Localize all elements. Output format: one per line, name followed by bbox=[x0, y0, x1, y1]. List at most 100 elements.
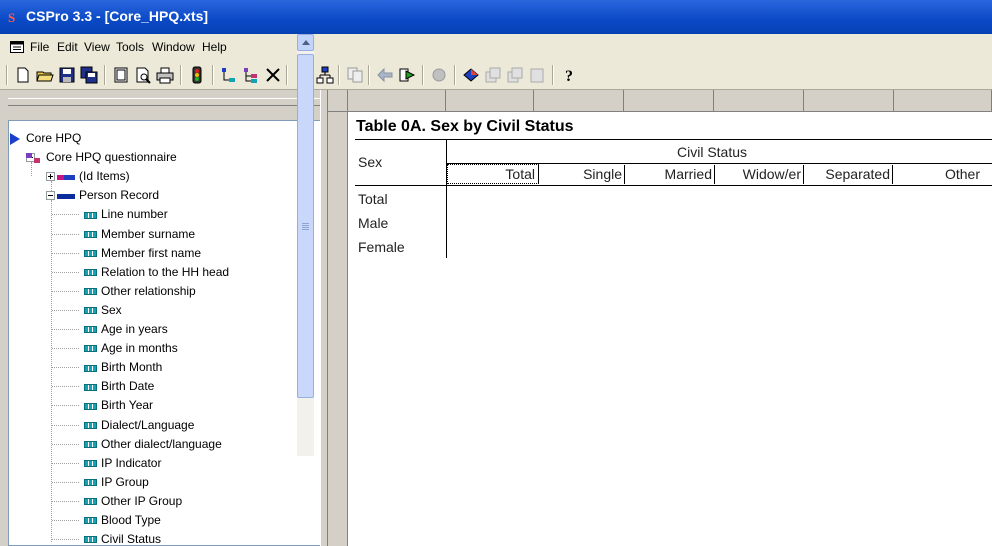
tree-node-item[interactable]: Age in years bbox=[84, 320, 168, 338]
forward-icon[interactable] bbox=[398, 66, 416, 84]
item-icon bbox=[84, 498, 97, 506]
tree-node-dictionary[interactable]: Core HPQ bbox=[10, 129, 81, 147]
col-divider bbox=[538, 165, 539, 184]
tree-node-id-items[interactable]: (Id Items) bbox=[57, 167, 130, 185]
toolbar: ? bbox=[0, 60, 992, 90]
tree-connector bbox=[52, 309, 79, 311]
tree-node-item[interactable]: Civil Status bbox=[84, 530, 161, 546]
pane-splitter[interactable] bbox=[320, 90, 328, 546]
tree-scrollbar[interactable] bbox=[297, 34, 314, 456]
tree-node-item[interactable]: Sex bbox=[84, 301, 122, 319]
tree-expand-icon[interactable] bbox=[242, 66, 260, 84]
stub-header[interactable]: Sex bbox=[358, 154, 382, 170]
tree-node-item[interactable]: Birth Year bbox=[84, 396, 153, 414]
toolbar-separator bbox=[180, 65, 182, 85]
ruler-column[interactable] bbox=[348, 90, 446, 112]
tree-node-item[interactable]: Dialect/Language bbox=[84, 416, 194, 434]
page-icon[interactable] bbox=[112, 66, 130, 84]
close-x-icon[interactable] bbox=[264, 66, 282, 84]
tree-node-item[interactable]: Other IP Group bbox=[84, 492, 182, 510]
tree-node-item[interactable]: Birth Date bbox=[84, 377, 154, 395]
tree-node-item[interactable]: Relation to the HH head bbox=[84, 263, 229, 281]
row-label-female[interactable]: Female bbox=[358, 239, 405, 255]
tree-node-item[interactable]: Blood Type bbox=[84, 511, 161, 529]
column-header-single[interactable]: Single bbox=[540, 166, 622, 182]
tree-label: Member first name bbox=[101, 245, 202, 260]
menu-edit[interactable]: Edit bbox=[57, 40, 78, 54]
tree-label: Age in months bbox=[101, 341, 178, 356]
tree-node-item[interactable]: Other dialect/language bbox=[84, 435, 222, 453]
menu-file[interactable]: File bbox=[30, 40, 49, 54]
tree-node-item[interactable]: Member surname bbox=[84, 225, 195, 243]
toolbar-separator bbox=[368, 65, 370, 85]
column-header-other[interactable]: Other bbox=[894, 166, 980, 182]
ruler-column[interactable] bbox=[446, 90, 534, 112]
menu-view[interactable]: View bbox=[84, 40, 110, 54]
item-icon bbox=[84, 307, 97, 315]
stack-icon[interactable] bbox=[506, 66, 524, 84]
back-icon[interactable] bbox=[376, 66, 394, 84]
column-header-widower[interactable]: Widow/er bbox=[716, 166, 801, 182]
tree-node-item[interactable]: Birth Month bbox=[84, 358, 162, 376]
tree-icon[interactable] bbox=[220, 66, 238, 84]
document-menu-icon[interactable] bbox=[10, 40, 24, 54]
column-header-married[interactable]: Married bbox=[626, 166, 712, 182]
save-all-icon[interactable] bbox=[80, 66, 98, 84]
stub-divider bbox=[446, 140, 447, 258]
row-ruler bbox=[328, 112, 348, 546]
stop-icon[interactable] bbox=[430, 66, 448, 84]
tree-label: Other dialect/language bbox=[101, 436, 222, 451]
tree-label: Blood Type bbox=[101, 513, 161, 527]
menu-window[interactable]: Window bbox=[152, 40, 195, 54]
scroll-thumb[interactable] bbox=[297, 54, 314, 398]
item-icon bbox=[84, 536, 97, 544]
tree-label: (Id Items) bbox=[79, 169, 130, 184]
ruler-column[interactable] bbox=[534, 90, 624, 112]
col-divider bbox=[892, 165, 893, 184]
spanner-header[interactable]: Civil Status bbox=[677, 144, 747, 160]
expand-plus-icon[interactable] bbox=[46, 172, 55, 181]
ruler-column[interactable] bbox=[894, 90, 992, 112]
item-icon bbox=[84, 211, 97, 219]
table-title[interactable]: Table 0A. Sex by Civil Status bbox=[356, 118, 574, 136]
tree-label: Member surname bbox=[101, 226, 196, 241]
tree-node-item[interactable]: Other relationship bbox=[84, 282, 196, 300]
collapse-minus-icon[interactable] bbox=[46, 191, 55, 200]
toolbar-grip bbox=[6, 65, 8, 85]
tree-node-item[interactable]: IP Group bbox=[84, 473, 149, 491]
new-icon[interactable] bbox=[14, 66, 32, 84]
tree-node-person-record[interactable]: Person Record bbox=[57, 186, 159, 204]
row-label-total[interactable]: Total bbox=[358, 191, 388, 207]
column-header-total[interactable]: Total bbox=[448, 166, 535, 182]
pane-header-bar bbox=[8, 98, 320, 106]
tree-node-item[interactable]: Line number bbox=[84, 205, 168, 223]
tree-connector bbox=[52, 290, 79, 292]
run-icon[interactable] bbox=[188, 66, 206, 84]
copy-icon[interactable] bbox=[346, 66, 364, 84]
ruler-column[interactable] bbox=[624, 90, 714, 112]
cspro-logo-icon[interactable]: S bbox=[8, 10, 20, 25]
ruler-column[interactable] bbox=[714, 90, 804, 112]
tree-connector bbox=[52, 405, 79, 407]
tree-node-questionnaire[interactable]: Core HPQ questionnaire bbox=[26, 148, 177, 166]
open-icon[interactable] bbox=[36, 66, 54, 84]
menu-help[interactable]: Help bbox=[202, 40, 227, 54]
print-preview-icon[interactable] bbox=[134, 66, 152, 84]
print-icon[interactable] bbox=[156, 66, 174, 84]
tree-node-item[interactable]: Age in months bbox=[84, 339, 178, 357]
ruler-column[interactable] bbox=[804, 90, 894, 112]
column-header-separated[interactable]: Separated bbox=[805, 166, 890, 182]
tree-node-item[interactable]: Member first name bbox=[84, 244, 201, 262]
save-icon[interactable] bbox=[58, 66, 76, 84]
menu-tools[interactable]: Tools bbox=[116, 40, 144, 54]
layers-icon[interactable] bbox=[484, 66, 502, 84]
pages-icon[interactable] bbox=[528, 66, 546, 84]
tree-connector bbox=[52, 214, 79, 216]
help-icon[interactable]: ? bbox=[560, 66, 578, 84]
hierarchy-icon[interactable] bbox=[316, 66, 334, 84]
tree-label: IP Indicator bbox=[101, 455, 162, 470]
scroll-up-arrow-icon[interactable] bbox=[297, 34, 314, 51]
tree-node-item[interactable]: IP Indicator bbox=[84, 454, 161, 472]
row-label-male[interactable]: Male bbox=[358, 215, 388, 231]
flag-icon[interactable] bbox=[462, 66, 480, 84]
